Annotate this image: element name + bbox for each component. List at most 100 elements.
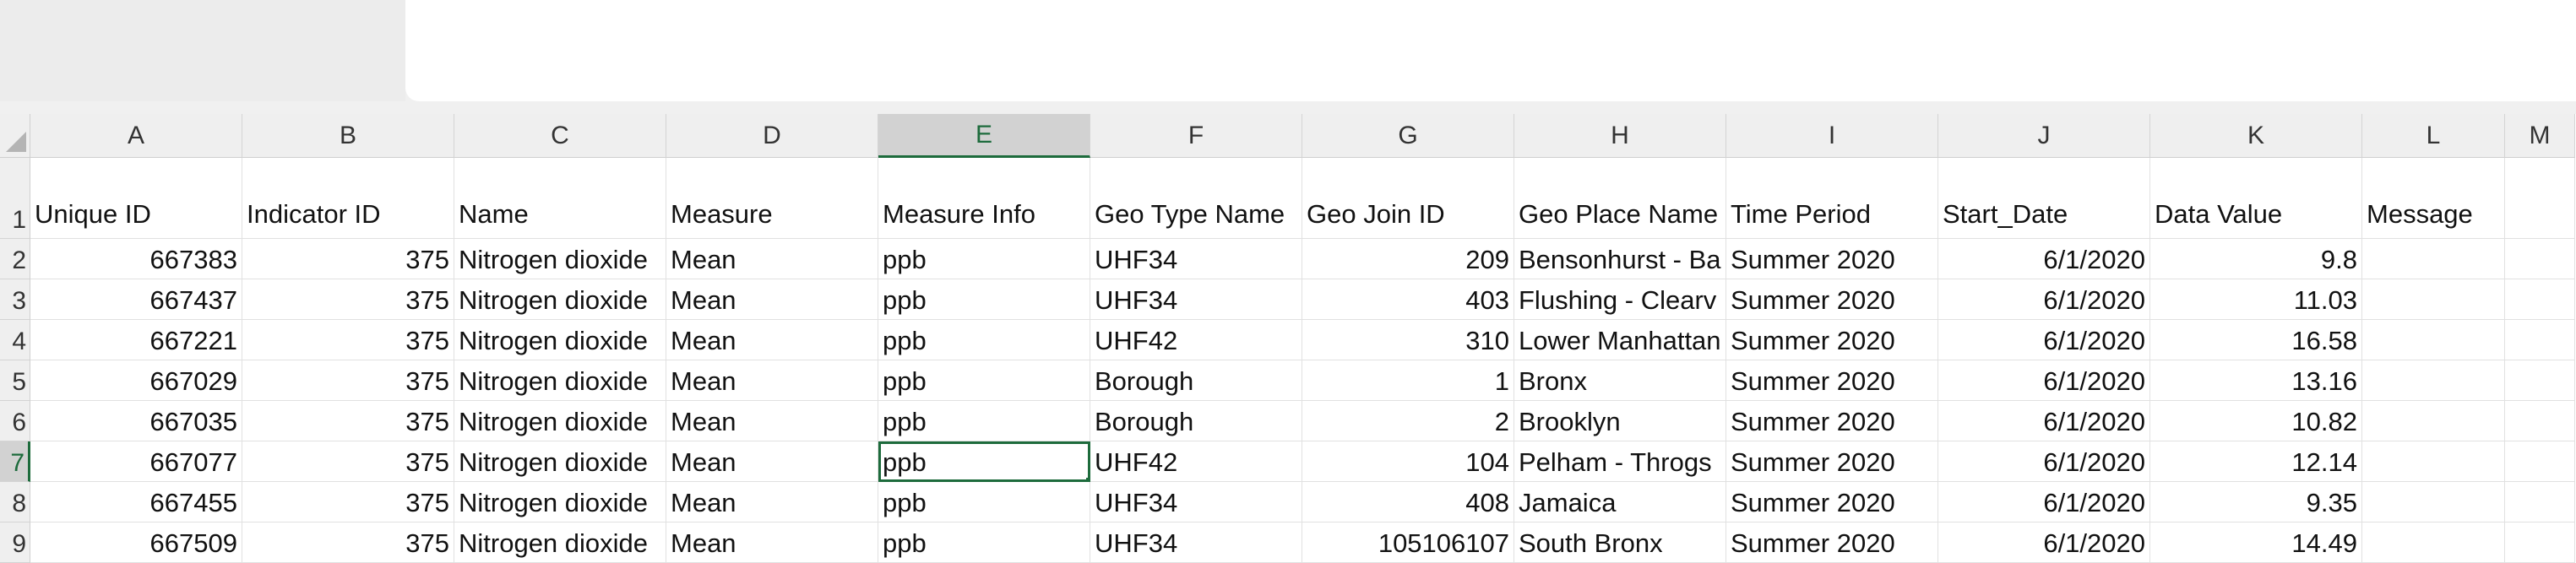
column-header-k[interactable]: K <box>2150 114 2362 158</box>
cell-h8[interactable]: Jamaica <box>1514 482 1726 522</box>
cell-l7[interactable] <box>2362 441 2505 482</box>
cell-m3[interactable] <box>2505 279 2575 320</box>
cell-a2[interactable]: 667383 <box>30 239 242 279</box>
cell-d3[interactable]: Mean <box>666 279 878 320</box>
cell-f3[interactable]: UHF34 <box>1090 279 1302 320</box>
cell-a9[interactable]: 667509 <box>30 522 242 563</box>
row-header-7[interactable]: 7 <box>0 441 30 482</box>
cell-b7[interactable]: 375 <box>242 441 454 482</box>
cell-l6[interactable] <box>2362 401 2505 441</box>
cell-h5[interactable]: Bronx <box>1514 360 1726 401</box>
cell-i7[interactable]: Summer 2020 <box>1726 441 1938 482</box>
cell-c9[interactable]: Nitrogen dioxide <box>454 522 666 563</box>
cell-k7[interactable]: 12.14 <box>2150 441 2362 482</box>
cell-l9[interactable] <box>2362 522 2505 563</box>
cell-f1[interactable]: Geo Type Name <box>1090 158 1302 239</box>
cell-e3[interactable]: ppb <box>878 279 1090 320</box>
cell-e6[interactable]: ppb <box>878 401 1090 441</box>
cell-e1[interactable]: Measure Info <box>878 158 1090 239</box>
cell-a1[interactable]: Unique ID <box>30 158 242 239</box>
cell-d1[interactable]: Measure <box>666 158 878 239</box>
cell-l4[interactable] <box>2362 320 2505 360</box>
cell-b5[interactable]: 375 <box>242 360 454 401</box>
cell-d6[interactable]: Mean <box>666 401 878 441</box>
cell-e4[interactable]: ppb <box>878 320 1090 360</box>
cell-k4[interactable]: 16.58 <box>2150 320 2362 360</box>
cell-g1[interactable]: Geo Join ID <box>1302 158 1514 239</box>
cell-j9[interactable]: 6/1/2020 <box>1938 522 2150 563</box>
cell-c2[interactable]: Nitrogen dioxide <box>454 239 666 279</box>
cell-d9[interactable]: Mean <box>666 522 878 563</box>
row-header-2[interactable]: 2 <box>0 239 30 279</box>
cell-m8[interactable] <box>2505 482 2575 522</box>
cell-d8[interactable]: Mean <box>666 482 878 522</box>
cell-j4[interactable]: 6/1/2020 <box>1938 320 2150 360</box>
row-header-9[interactable]: 9 <box>0 522 30 563</box>
column-header-j[interactable]: J <box>1938 114 2150 158</box>
cell-e5[interactable]: ppb <box>878 360 1090 401</box>
cell-g9[interactable]: 105106107 <box>1302 522 1514 563</box>
cell-l2[interactable] <box>2362 239 2505 279</box>
cell-e8[interactable]: ppb <box>878 482 1090 522</box>
cell-c4[interactable]: Nitrogen dioxide <box>454 320 666 360</box>
cell-c1[interactable]: Name <box>454 158 666 239</box>
column-header-a[interactable]: A <box>30 114 242 158</box>
cell-f6[interactable]: Borough <box>1090 401 1302 441</box>
cell-i8[interactable]: Summer 2020 <box>1726 482 1938 522</box>
cell-h4[interactable]: Lower Manhattan <box>1514 320 1726 360</box>
cell-k8[interactable]: 9.35 <box>2150 482 2362 522</box>
cell-b8[interactable]: 375 <box>242 482 454 522</box>
cell-e2[interactable]: ppb <box>878 239 1090 279</box>
cell-d4[interactable]: Mean <box>666 320 878 360</box>
cell-h3[interactable]: Flushing - Clearv <box>1514 279 1726 320</box>
cell-a6[interactable]: 667035 <box>30 401 242 441</box>
cell-c8[interactable]: Nitrogen dioxide <box>454 482 666 522</box>
cell-j5[interactable]: 6/1/2020 <box>1938 360 2150 401</box>
column-header-d[interactable]: D <box>666 114 878 158</box>
cell-i3[interactable]: Summer 2020 <box>1726 279 1938 320</box>
cell-c7[interactable]: Nitrogen dioxide <box>454 441 666 482</box>
row-header-5[interactable]: 5 <box>0 360 30 401</box>
cell-i4[interactable]: Summer 2020 <box>1726 320 1938 360</box>
cell-f2[interactable]: UHF34 <box>1090 239 1302 279</box>
column-header-e[interactable]: E <box>878 114 1090 158</box>
cell-a4[interactable]: 667221 <box>30 320 242 360</box>
column-header-f[interactable]: F <box>1090 114 1302 158</box>
row-header-6[interactable]: 6 <box>0 401 30 441</box>
cell-f7[interactable]: UHF42 <box>1090 441 1302 482</box>
row-header-3[interactable]: 3 <box>0 279 30 320</box>
cell-h9[interactable]: South Bronx <box>1514 522 1726 563</box>
cell-a8[interactable]: 667455 <box>30 482 242 522</box>
cell-k2[interactable]: 9.8 <box>2150 239 2362 279</box>
cell-e9[interactable]: ppb <box>878 522 1090 563</box>
cell-b3[interactable]: 375 <box>242 279 454 320</box>
cell-f9[interactable]: UHF34 <box>1090 522 1302 563</box>
cell-k1[interactable]: Data Value <box>2150 158 2362 239</box>
cell-m4[interactable] <box>2505 320 2575 360</box>
cell-j3[interactable]: 6/1/2020 <box>1938 279 2150 320</box>
cell-l3[interactable] <box>2362 279 2505 320</box>
row-header-8[interactable]: 8 <box>0 482 30 522</box>
select-all-button[interactable] <box>0 114 30 158</box>
column-header-h[interactable]: H <box>1514 114 1726 158</box>
cell-i9[interactable]: Summer 2020 <box>1726 522 1938 563</box>
cell-g6[interactable]: 2 <box>1302 401 1514 441</box>
cell-j2[interactable]: 6/1/2020 <box>1938 239 2150 279</box>
cell-j8[interactable]: 6/1/2020 <box>1938 482 2150 522</box>
cell-c5[interactable]: Nitrogen dioxide <box>454 360 666 401</box>
cell-h1[interactable]: Geo Place Name <box>1514 158 1726 239</box>
cell-m6[interactable] <box>2505 401 2575 441</box>
cell-b6[interactable]: 375 <box>242 401 454 441</box>
cell-k9[interactable]: 14.49 <box>2150 522 2362 563</box>
cell-a7[interactable]: 667077 <box>30 441 242 482</box>
cell-h7[interactable]: Pelham - Throgs <box>1514 441 1726 482</box>
cell-g3[interactable]: 403 <box>1302 279 1514 320</box>
cell-f5[interactable]: Borough <box>1090 360 1302 401</box>
cell-g7[interactable]: 104 <box>1302 441 1514 482</box>
cell-h2[interactable]: Bensonhurst - Ba <box>1514 239 1726 279</box>
cell-d2[interactable]: Mean <box>666 239 878 279</box>
cell-a5[interactable]: 667029 <box>30 360 242 401</box>
column-header-i[interactable]: I <box>1726 114 1938 158</box>
cell-b9[interactable]: 375 <box>242 522 454 563</box>
cell-f4[interactable]: UHF42 <box>1090 320 1302 360</box>
